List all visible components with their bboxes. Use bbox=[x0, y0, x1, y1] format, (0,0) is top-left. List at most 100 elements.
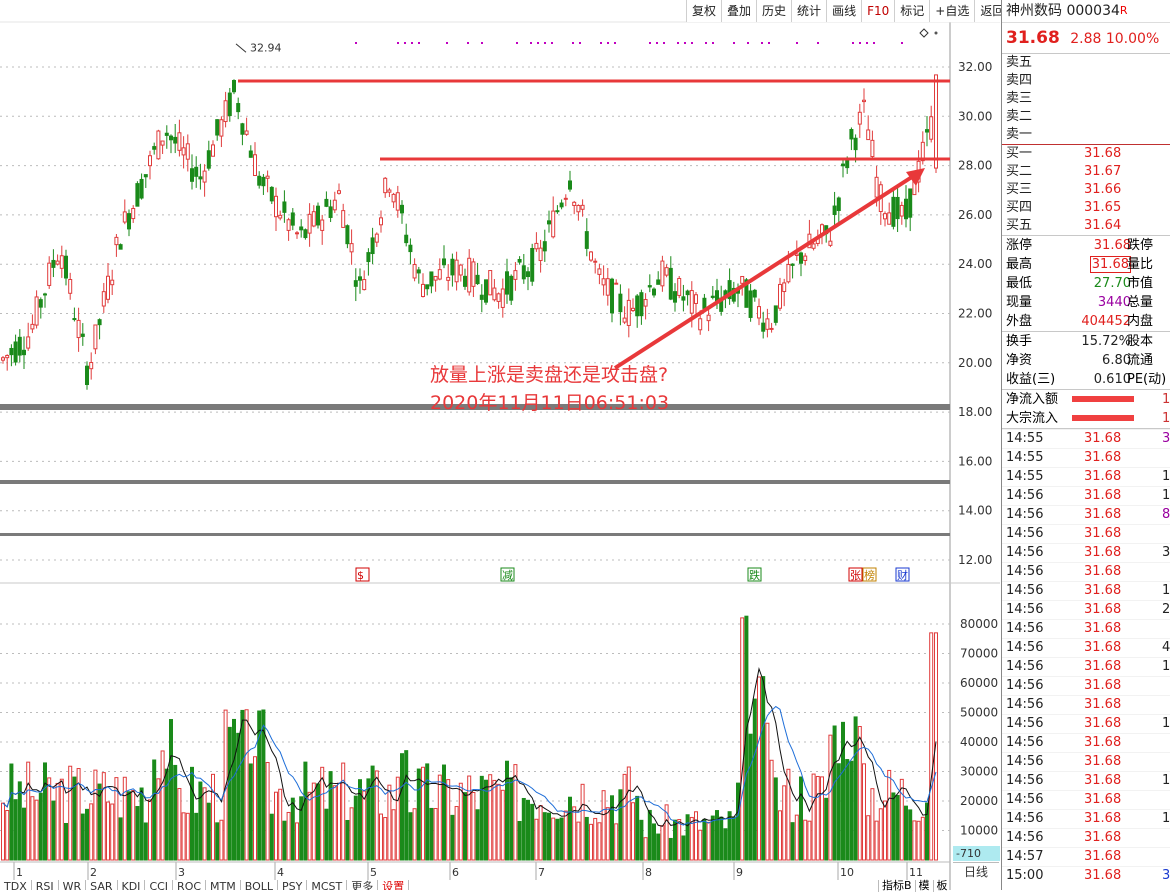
tick-row[interactable]: 15:00 31.68 34 bbox=[1002, 866, 1170, 885]
history-button[interactable]: 历史 bbox=[756, 0, 791, 22]
last-price: 31.68 bbox=[1006, 28, 1060, 48]
template-tab[interactable]: 模 bbox=[914, 880, 933, 892]
volume-bar bbox=[89, 803, 94, 861]
statistics-button[interactable]: 统计 bbox=[791, 0, 826, 22]
indicator-tab-wr[interactable]: WR bbox=[59, 880, 87, 890]
add-watchlist-button[interactable]: +自选 bbox=[929, 0, 974, 22]
sell-level-row[interactable]: 卖一 bbox=[1002, 126, 1170, 144]
tick-row[interactable]: 14:56 31.68 1 bbox=[1002, 714, 1170, 733]
candle-body bbox=[110, 279, 115, 286]
sell-level-label: 卖二 bbox=[1006, 109, 1033, 124]
buy-order-book: 买一 31.68 买二 31.67 买三 31.66 买四 31.65 买五 31.64 bbox=[1002, 145, 1170, 235]
draw-line-button[interactable]: 画线 bbox=[826, 0, 861, 22]
indicator-tab-tdx[interactable]: TDX bbox=[0, 880, 32, 890]
volume-bar bbox=[85, 808, 89, 861]
sell-level-row[interactable]: 卖三 bbox=[1002, 90, 1170, 108]
buy-level-row[interactable]: 买四 31.65 bbox=[1002, 199, 1170, 217]
restore-rights-button[interactable]: 复权 bbox=[686, 0, 721, 22]
tick-row[interactable]: 14:55 31.68 30 bbox=[1002, 429, 1170, 448]
volume-bar bbox=[920, 816, 925, 861]
candle-body bbox=[34, 296, 39, 326]
tick-time: 14:56 bbox=[1006, 697, 1044, 712]
tick-row[interactable]: 14:56 31.68 2( bbox=[1002, 600, 1170, 619]
mark-button[interactable]: 标记 bbox=[894, 0, 929, 22]
indicator-tab-rsi[interactable]: RSI bbox=[32, 880, 59, 890]
sell-level-row[interactable]: 卖四 bbox=[1002, 72, 1170, 90]
period-tab-daily[interactable]: 日线 bbox=[953, 862, 999, 881]
volume-bar bbox=[778, 810, 782, 861]
volume-bar bbox=[68, 765, 73, 861]
tick-row[interactable]: 14:56 31.68 1 bbox=[1002, 486, 1170, 505]
candle-body bbox=[353, 280, 358, 287]
f10-button[interactable]: F10 bbox=[861, 0, 894, 22]
volume-bar bbox=[576, 821, 581, 861]
candle-body bbox=[778, 283, 782, 309]
tick-row[interactable]: 14:56 31.68 4 bbox=[1002, 638, 1170, 657]
candle-body bbox=[202, 170, 207, 183]
tick-row[interactable]: 14:56 31.68 bbox=[1002, 828, 1170, 847]
indicator-tab-cci[interactable]: CCI bbox=[145, 880, 174, 890]
buy-level-label: 买一 bbox=[1006, 146, 1033, 161]
tick-row[interactable]: 14:56 31.68 bbox=[1002, 790, 1170, 809]
indicator-tab-sar[interactable]: SAR bbox=[86, 880, 118, 890]
tick-row[interactable]: 14:56 31.68 bbox=[1002, 695, 1170, 714]
volume-bar bbox=[647, 809, 652, 861]
stat-label: 现量 bbox=[1006, 295, 1033, 310]
volume-bar bbox=[740, 617, 745, 861]
buy-level-row[interactable]: 买二 31.67 bbox=[1002, 163, 1170, 181]
candle-body bbox=[597, 268, 602, 275]
tick-row[interactable]: 14:56 31.68 bbox=[1002, 676, 1170, 695]
candle-body bbox=[463, 275, 467, 287]
kline-chart-area[interactable]: 32.00 30.00 28.00 26.00 24.00 22.00 20.00 18.00… bbox=[0, 0, 1010, 892]
volume-bar bbox=[706, 821, 711, 861]
stat-label-secondary: 总量 bbox=[1127, 295, 1154, 310]
tick-row[interactable]: 14:56 31.68 bbox=[1002, 752, 1170, 771]
indicator-tab-boll[interactable]: BOLL bbox=[241, 880, 279, 890]
indicator-b-tab[interactable]: 指标B bbox=[878, 880, 915, 892]
tick-trade-list[interactable]: 14:55 31.68 30 14:55 31.68 14:55 31.68 1(14:56 3… bbox=[1002, 429, 1170, 885]
buy-level-row[interactable]: 买五 31.64 bbox=[1002, 217, 1170, 235]
tick-row[interactable]: 14:56 31.68 1 bbox=[1002, 809, 1170, 828]
tick-row[interactable]: 14:56 31.68 1 bbox=[1002, 581, 1170, 600]
indicator-tab-设置[interactable]: 设置 bbox=[378, 880, 410, 890]
tick-row[interactable]: 14:57 31.68 bbox=[1002, 847, 1170, 866]
tick-row[interactable]: 14:55 31.68 bbox=[1002, 448, 1170, 467]
tick-row[interactable]: 14:56 31.68 bbox=[1002, 524, 1170, 543]
overlay-button[interactable]: 叠加 bbox=[721, 0, 756, 22]
tick-row[interactable]: 14:56 31.68 8 bbox=[1002, 505, 1170, 524]
tick-price: 31.68 bbox=[1084, 868, 1122, 883]
indicator-tab-psy[interactable]: PSY bbox=[278, 880, 308, 890]
volume-bar bbox=[601, 790, 606, 861]
indicator-tab-roc[interactable]: ROC bbox=[173, 880, 207, 890]
tick-row[interactable]: 14:56 31.68 bbox=[1002, 619, 1170, 638]
candle-body bbox=[702, 297, 707, 309]
indicator-tab-kdj[interactable]: KDJ bbox=[118, 880, 146, 890]
tick-row[interactable]: 14:56 31.68 bbox=[1002, 562, 1170, 581]
board-tab[interactable]: 板 bbox=[932, 880, 951, 892]
volume-bar bbox=[13, 799, 18, 861]
tick-price: 31.68 bbox=[1084, 716, 1122, 731]
indicator-tab-mcst[interactable]: MCST bbox=[307, 880, 348, 890]
indicator-tab-更多[interactable]: 更多 bbox=[347, 880, 379, 890]
volume-bar bbox=[790, 822, 795, 861]
tick-row[interactable]: 14:56 31.68 1 bbox=[1002, 657, 1170, 676]
volume-bar bbox=[794, 814, 799, 861]
volume-bar bbox=[929, 632, 934, 861]
indicator-tab-mtm[interactable]: MTM bbox=[206, 880, 241, 890]
sell-level-row[interactable]: 卖二 bbox=[1002, 108, 1170, 126]
volume-bar bbox=[904, 805, 908, 861]
tick-row[interactable]: 14:56 31.68 1 bbox=[1002, 771, 1170, 790]
tick-row[interactable]: 14:56 31.68 bbox=[1002, 733, 1170, 752]
tick-row[interactable]: 14:56 31.68 3 bbox=[1002, 543, 1170, 562]
signal-dot bbox=[656, 42, 658, 44]
candle-body bbox=[635, 295, 640, 317]
tick-row[interactable]: 14:55 31.68 1( bbox=[1002, 467, 1170, 486]
kline-chart-svg[interactable]: 32.00 30.00 28.00 26.00 24.00 22.00 20.00 18.00… bbox=[0, 0, 1000, 890]
candle-body bbox=[929, 116, 934, 140]
volume-bar bbox=[715, 810, 719, 861]
candle-body bbox=[748, 290, 753, 318]
month-label: 11 bbox=[909, 866, 923, 879]
buy-level-row[interactable]: 买一 31.68 bbox=[1002, 145, 1170, 163]
buy-level-row[interactable]: 买三 31.66 bbox=[1002, 181, 1170, 199]
sell-level-row[interactable]: 卖五 bbox=[1002, 54, 1170, 72]
